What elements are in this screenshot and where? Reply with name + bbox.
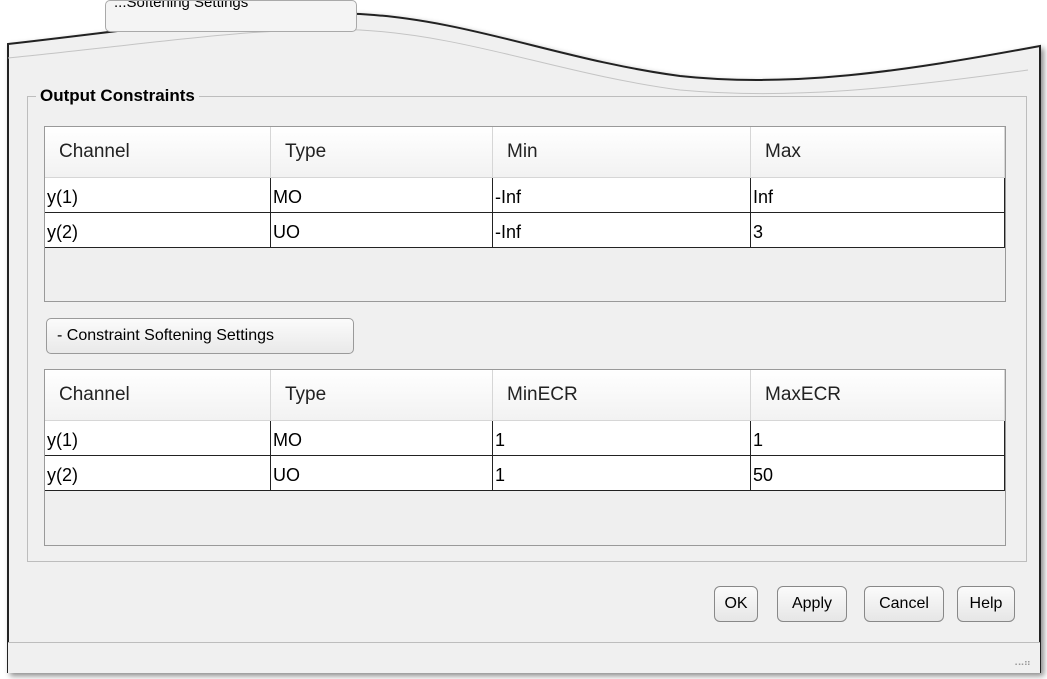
column-header-type[interactable]: Type xyxy=(271,127,493,177)
column-header-channel[interactable]: Channel xyxy=(45,370,271,420)
help-button[interactable]: Help xyxy=(957,586,1015,622)
cell-maxecr[interactable]: 50 xyxy=(751,456,1005,491)
table-header: Channel Type MinECR MaxECR xyxy=(45,370,1005,421)
column-header-min[interactable]: Min xyxy=(493,127,751,177)
cell-max[interactable]: 3 xyxy=(751,213,1005,248)
output-constraints-table: Channel Type Min Max y(1) MO -Inf Inf y(… xyxy=(44,126,1006,302)
column-header-minecr[interactable]: MinECR xyxy=(493,370,751,420)
ok-button[interactable]: OK xyxy=(714,586,758,622)
output-constraints-title: Output Constraints xyxy=(36,86,199,106)
resize-grip-icon[interactable]: ⠠⠤⠶ xyxy=(1011,658,1031,669)
cell-channel: y(2) xyxy=(45,456,271,491)
cancel-button[interactable]: Cancel xyxy=(864,586,944,622)
column-header-type[interactable]: Type xyxy=(271,370,493,420)
cell-min[interactable]: -Inf xyxy=(493,213,751,248)
cell-type[interactable]: UO xyxy=(271,213,493,248)
status-bar: ⠠⠤⠶ xyxy=(8,642,1040,673)
cell-maxecr[interactable]: 1 xyxy=(751,421,1005,456)
cell-min[interactable]: -Inf xyxy=(493,178,751,213)
cell-channel: y(1) xyxy=(45,178,271,213)
cell-minecr[interactable]: 1 xyxy=(493,421,751,456)
cell-type: MO xyxy=(271,421,493,456)
partial-button-label: ...Softening Settings xyxy=(114,0,249,11)
cell-channel: y(1) xyxy=(45,421,271,456)
cell-type: UO xyxy=(271,456,493,491)
softening-settings-button-partial[interactable]: ...Softening Settings xyxy=(105,0,357,32)
table-row: y(2) UO -Inf 3 xyxy=(45,213,1005,248)
column-header-max[interactable]: Max xyxy=(751,127,1005,177)
apply-button[interactable]: Apply xyxy=(777,586,847,622)
constraint-softening-toggle-button[interactable]: - Constraint Softening Settings xyxy=(46,318,354,354)
cell-type[interactable]: MO xyxy=(271,178,493,213)
cell-minecr[interactable]: 1 xyxy=(493,456,751,491)
cell-max[interactable]: Inf xyxy=(751,178,1005,213)
table-row: y(2) UO 1 50 xyxy=(45,456,1005,491)
column-header-channel[interactable]: Channel xyxy=(45,127,271,177)
table-header: Channel Type Min Max xyxy=(45,127,1005,178)
table-row: y(1) MO 1 1 xyxy=(45,421,1005,456)
table-row: y(1) MO -Inf Inf xyxy=(45,178,1005,213)
softening-settings-table: Channel Type MinECR MaxECR y(1) MO 1 1 y… xyxy=(44,369,1006,546)
column-header-maxecr[interactable]: MaxECR xyxy=(751,370,1005,420)
cell-channel: y(2) xyxy=(45,213,271,248)
